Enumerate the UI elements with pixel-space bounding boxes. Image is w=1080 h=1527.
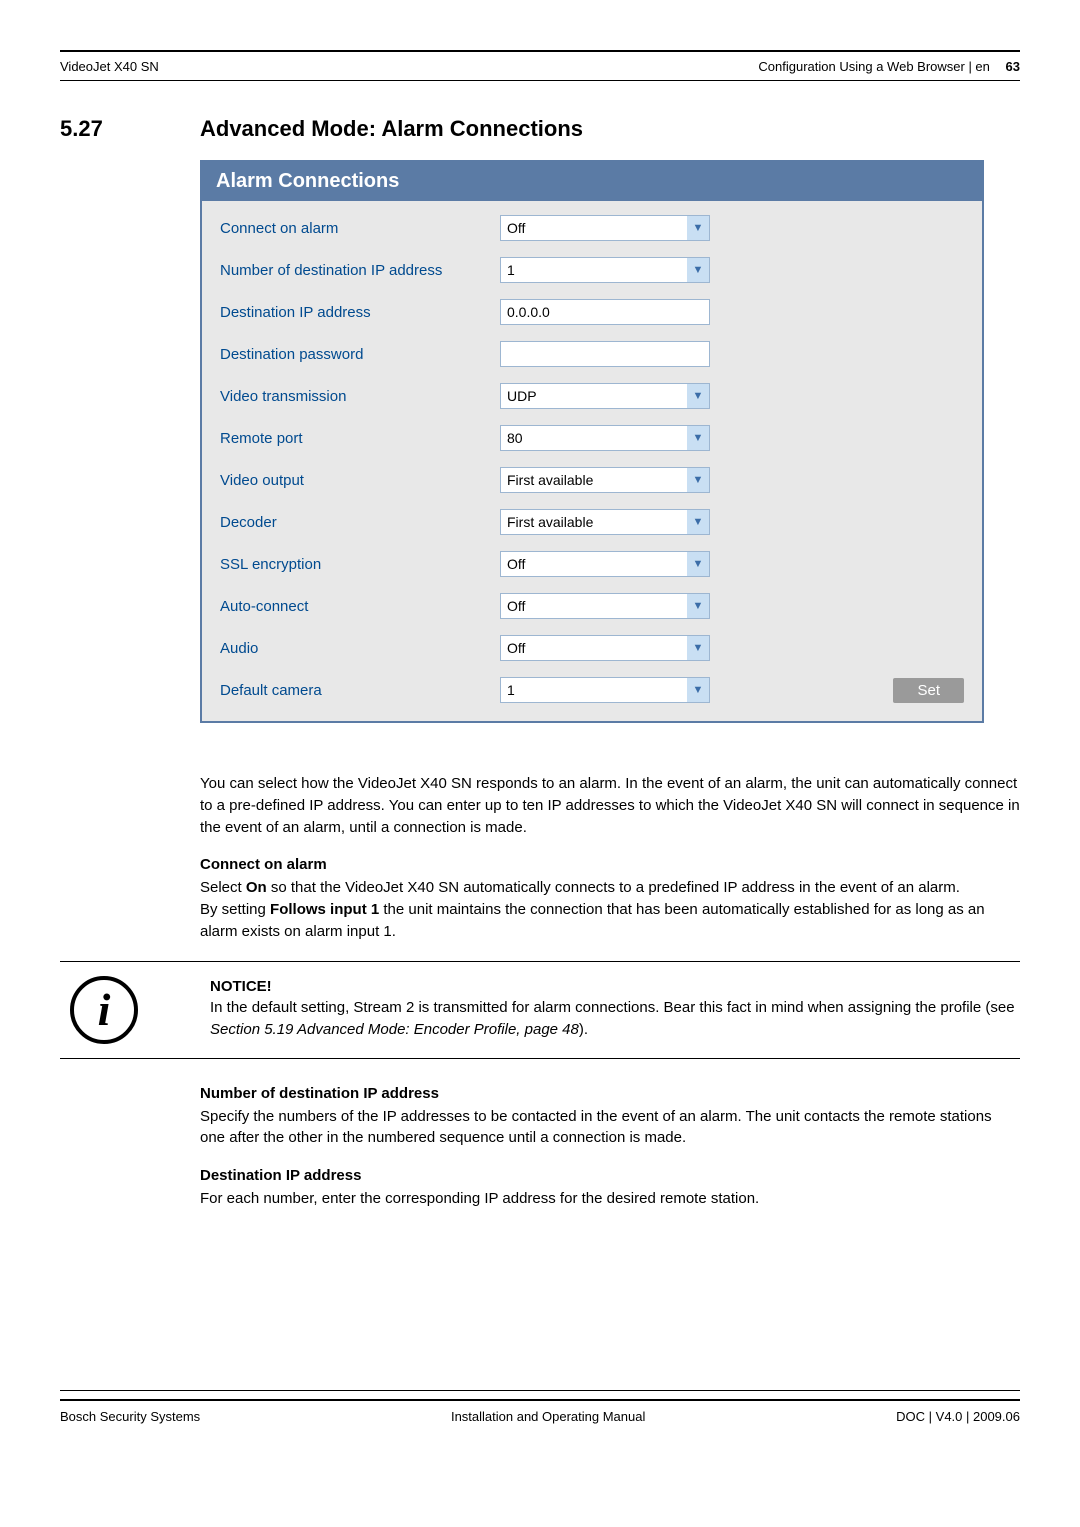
- form-label: Number of destination IP address: [220, 262, 500, 279]
- chevron-down-icon: ▼: [687, 468, 709, 492]
- chevron-down-icon: ▼: [687, 636, 709, 660]
- form-row: Destination password: [220, 341, 964, 367]
- alarm-connections-panel: Alarm Connections Connect on alarmOff▼Nu…: [200, 160, 984, 723]
- chevron-down-icon: ▼: [687, 216, 709, 240]
- page-header: VideoJet X40 SN Configuration Using a We…: [60, 50, 1020, 81]
- section-number: 5.27: [60, 116, 200, 142]
- chevron-down-icon: ▼: [687, 510, 709, 534]
- form-row: Remote port80▼: [220, 425, 964, 451]
- form-label: Destination IP address: [220, 304, 500, 321]
- form-row: DecoderFirst available▼: [220, 509, 964, 535]
- form-row: Connect on alarmOff▼: [220, 215, 964, 241]
- form-label: Remote port: [220, 430, 500, 447]
- form-row: Default camera1▼ Set: [220, 677, 964, 703]
- notice-block: i NOTICE! In the default setting, Stream…: [60, 961, 1020, 1059]
- select-decoder[interactable]: First available▼: [500, 509, 710, 535]
- form-row: SSL encryptionOff▼: [220, 551, 964, 577]
- form-row: AudioOff▼: [220, 635, 964, 661]
- form-label: Destination password: [220, 346, 500, 363]
- select-ssl-encryption[interactable]: Off▼: [500, 551, 710, 577]
- select-auto-connect[interactable]: Off▼: [500, 593, 710, 619]
- header-product: VideoJet X40 SN: [60, 59, 159, 74]
- number-dest-heading: Number of destination IP address: [200, 1085, 1020, 1102]
- input-destination-ip-address[interactable]: 0.0.0.0: [500, 299, 710, 325]
- select-remote-port[interactable]: 80▼: [500, 425, 710, 451]
- set-button[interactable]: Set: [893, 678, 964, 703]
- select-number-of-destination-ip-address[interactable]: 1▼: [500, 257, 710, 283]
- connect-on-alarm-heading: Connect on alarm: [200, 856, 1020, 873]
- header-breadcrumb: Configuration Using a Web Browser | en 6…: [758, 59, 1020, 74]
- panel-title: Alarm Connections: [202, 162, 982, 201]
- connect-on-alarm-text: Select On so that the VideoJet X40 SN au…: [200, 877, 1020, 942]
- select-default-camera[interactable]: 1▼: [500, 677, 710, 703]
- page-footer: Bosch Security Systems Installation and …: [60, 1409, 1020, 1424]
- form-row: Number of destination IP address1▼: [220, 257, 964, 283]
- page-number: 63: [1006, 59, 1020, 74]
- form-row: Video outputFirst available▼: [220, 467, 964, 493]
- form-label: Decoder: [220, 514, 500, 531]
- footer-left: Bosch Security Systems: [60, 1409, 200, 1424]
- form-label: Video transmission: [220, 388, 500, 405]
- form-label: SSL encryption: [220, 556, 500, 573]
- form-label: Default camera: [220, 682, 500, 699]
- select-video-output[interactable]: First available▼: [500, 467, 710, 493]
- form-label: Audio: [220, 640, 500, 657]
- breadcrumb-text: Configuration Using a Web Browser | en: [758, 59, 989, 74]
- form-label: Video output: [220, 472, 500, 489]
- form-label: Auto-connect: [220, 598, 500, 615]
- select-audio[interactable]: Off▼: [500, 635, 710, 661]
- dest-ip-text: For each number, enter the corresponding…: [200, 1188, 1020, 1210]
- footer-right: DOC | V4.0 | 2009.06: [896, 1409, 1020, 1424]
- number-dest-text: Specify the numbers of the IP addresses …: [200, 1106, 1020, 1150]
- footer-center: Installation and Operating Manual: [451, 1409, 645, 1424]
- chevron-down-icon: ▼: [687, 258, 709, 282]
- form-row: Video transmissionUDP▼: [220, 383, 964, 409]
- dest-ip-heading: Destination IP address: [200, 1167, 1020, 1184]
- info-icon: i: [70, 976, 138, 1044]
- chevron-down-icon: ▼: [687, 678, 709, 702]
- form-row: Auto-connectOff▼: [220, 593, 964, 619]
- select-connect-on-alarm[interactable]: Off▼: [500, 215, 710, 241]
- form-row: Destination IP address0.0.0.0: [220, 299, 964, 325]
- chevron-down-icon: ▼: [687, 594, 709, 618]
- section-title: Advanced Mode: Alarm Connections: [200, 116, 583, 142]
- chevron-down-icon: ▼: [687, 552, 709, 576]
- select-video-transmission[interactable]: UDP▼: [500, 383, 710, 409]
- notice-text: NOTICE! In the default setting, Stream 2…: [210, 976, 1020, 1044]
- input-destination-password[interactable]: [500, 341, 710, 367]
- chevron-down-icon: ▼: [687, 426, 709, 450]
- form-label: Connect on alarm: [220, 220, 500, 237]
- intro-paragraph: You can select how the VideoJet X40 SN r…: [200, 773, 1020, 838]
- chevron-down-icon: ▼: [687, 384, 709, 408]
